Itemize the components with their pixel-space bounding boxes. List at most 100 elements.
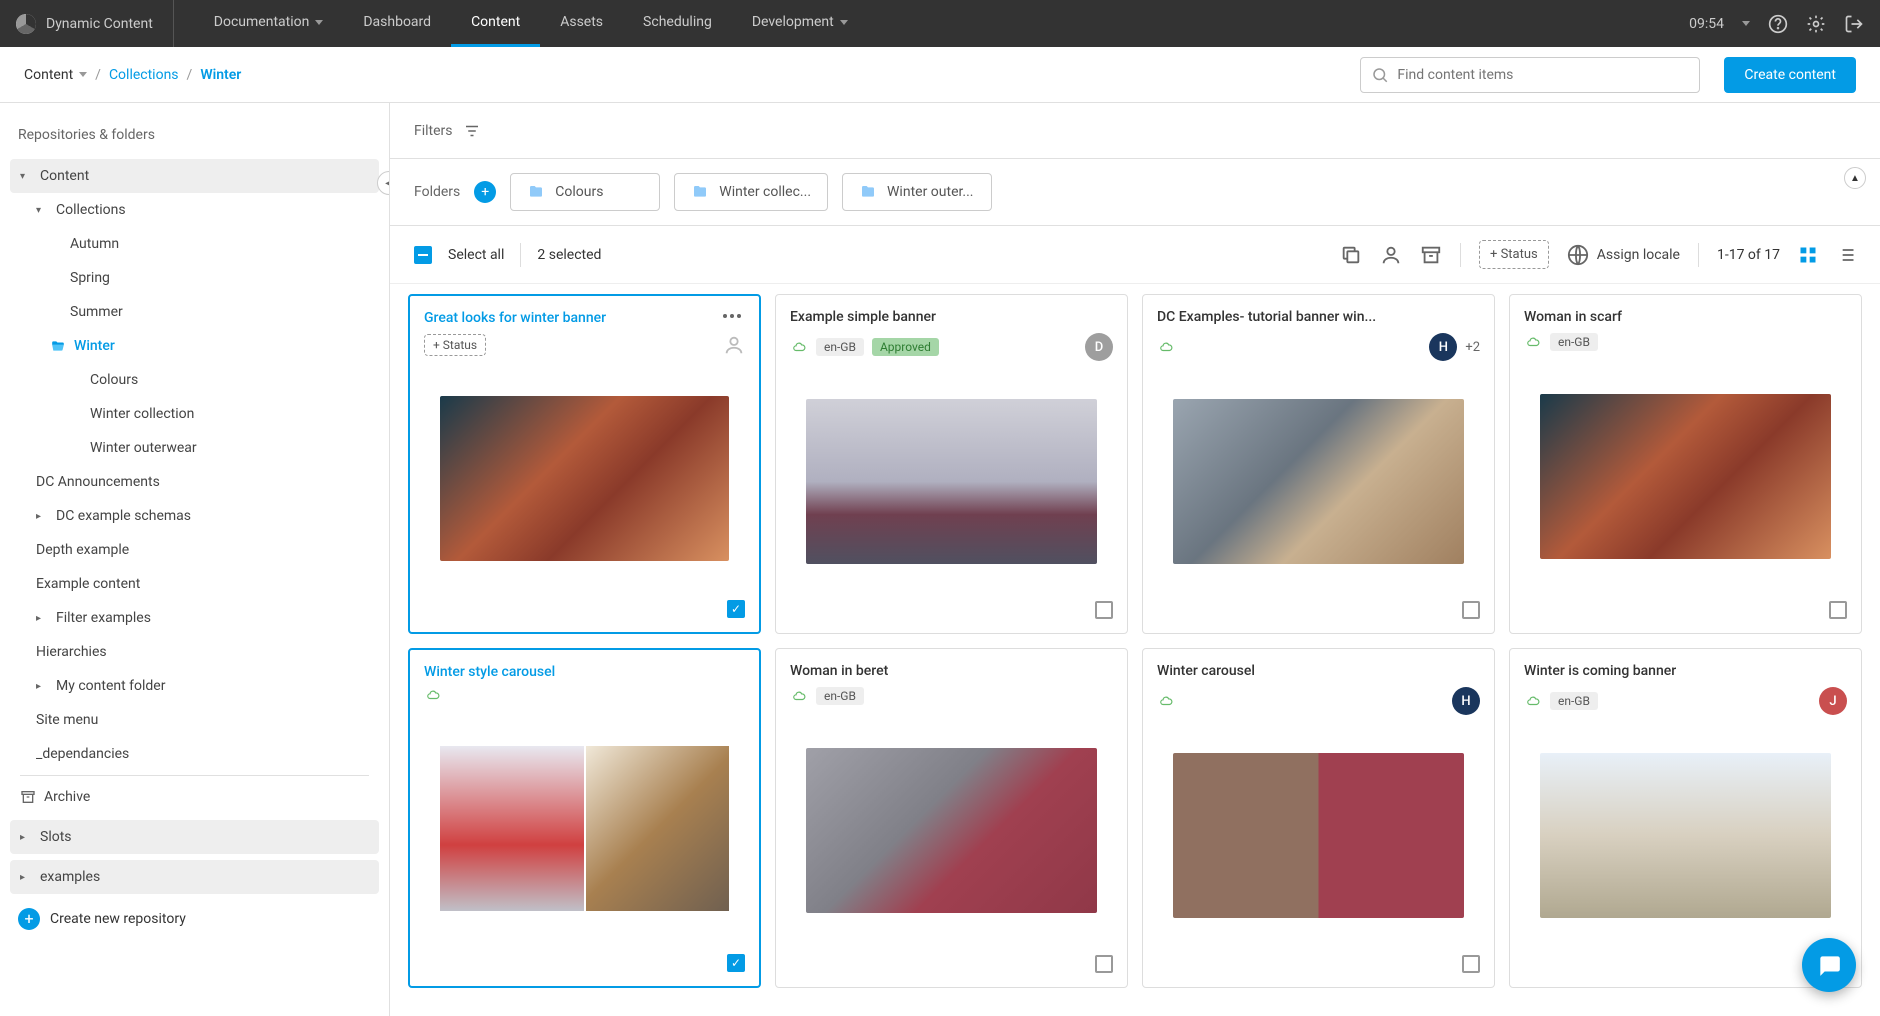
card-thumbnail — [1524, 371, 1847, 581]
folder-open-icon — [50, 339, 66, 353]
card-title: Winter carousel — [1157, 663, 1255, 679]
sidebar-item-winter-collection[interactable]: Winter collection — [10, 397, 379, 431]
folder-icon — [691, 184, 709, 200]
clock[interactable]: 09:54 — [1689, 16, 1724, 32]
sidebar-item-hierarchies[interactable]: Hierarchies — [10, 635, 379, 669]
content-card[interactable]: Winter is coming banner en-GB J — [1509, 648, 1862, 988]
cloud-icon — [1524, 335, 1542, 349]
sidebar-item-autumn[interactable]: Autumn — [10, 227, 379, 261]
nav-scheduling[interactable]: Scheduling — [623, 0, 732, 47]
sidebar-item-example-content[interactable]: Example content — [10, 567, 379, 601]
nav-development[interactable]: Development — [732, 0, 868, 47]
breadcrumb-sep: / — [187, 67, 193, 83]
avatar: H — [1429, 333, 1457, 361]
nav-dashboard[interactable]: Dashboard — [343, 0, 451, 47]
breadcrumb-current[interactable]: Winter — [200, 67, 241, 83]
breadcrumb-sep: / — [95, 67, 101, 83]
help-icon[interactable] — [1768, 14, 1788, 34]
copy-icon[interactable] — [1340, 244, 1362, 266]
gear-icon[interactable] — [1806, 14, 1826, 34]
assign-user-icon[interactable] — [723, 334, 745, 356]
select-all-label[interactable]: Select all — [448, 247, 504, 263]
logout-icon[interactable] — [1844, 14, 1864, 34]
sidebar-item-dc-example-schemas[interactable]: ▸DC example schemas — [10, 499, 379, 533]
sidebar-repo-content[interactable]: ▾ Content — [10, 159, 379, 193]
folder-icon — [527, 184, 545, 200]
card-checkbox[interactable] — [1462, 601, 1480, 619]
locale-tag: en-GB — [816, 338, 864, 356]
card-checkbox[interactable] — [1462, 955, 1480, 973]
sidebar-item-depth-example[interactable]: Depth example — [10, 533, 379, 567]
nav-documentation[interactable]: Documentation — [194, 0, 344, 47]
breadcrumb-root[interactable]: Content — [24, 67, 87, 83]
card-checkbox[interactable] — [727, 600, 745, 618]
list-view-icon[interactable] — [1836, 245, 1856, 265]
status-tag: Approved — [872, 338, 939, 356]
breadcrumb-collections[interactable]: Collections — [109, 67, 179, 83]
grid-view-icon[interactable] — [1798, 245, 1818, 265]
sidebar-item-winter[interactable]: Winter — [10, 329, 379, 363]
avatar: J — [1819, 687, 1847, 715]
content-card[interactable]: Winter carousel H — [1142, 648, 1495, 988]
sidebar-item-summer[interactable]: Summer — [10, 295, 379, 329]
content-card[interactable]: Great looks for winter banner + Status — [408, 294, 761, 634]
sidebar-item-spring[interactable]: Spring — [10, 261, 379, 295]
sidebar-item-dependancies[interactable]: _dependancies — [10, 737, 379, 771]
extra-count: +2 — [1465, 340, 1480, 355]
sidebar: Repositories & folders ▾ Content ▾ Colle… — [0, 103, 390, 1016]
add-status-button[interactable]: + Status — [1479, 240, 1549, 269]
folder-chip-outerwear[interactable]: Winter outer... — [842, 173, 992, 211]
create-new-repository[interactable]: + Create new repository — [10, 894, 379, 944]
sidebar-item-site-menu[interactable]: Site menu — [10, 703, 379, 737]
cloud-icon — [424, 688, 442, 702]
content-card[interactable]: Woman in beret en-GB — [775, 648, 1128, 988]
archive-icon[interactable] — [1420, 244, 1442, 266]
sidebar-item-collections[interactable]: ▾ Collections — [10, 193, 379, 227]
archive-icon — [20, 789, 36, 805]
collapse-sidebar-button[interactable]: ◀ — [377, 171, 390, 195]
folder-chip-colours[interactable]: Colours — [510, 173, 660, 211]
sidebar-item-colours[interactable]: Colours — [10, 363, 379, 397]
add-folder-button[interactable]: + — [474, 181, 496, 203]
avatar: D — [1085, 333, 1113, 361]
nav-assets[interactable]: Assets — [540, 0, 623, 47]
sidebar-repo-examples[interactable]: ▸examples — [10, 860, 379, 894]
card-checkbox[interactable] — [1829, 601, 1847, 619]
filter-row: Filters — [390, 103, 1880, 159]
filter-icon[interactable] — [463, 122, 481, 140]
card-thumbnail — [1157, 381, 1480, 581]
content-card[interactable]: Winter style carousel — [408, 648, 761, 988]
select-all-checkbox[interactable] — [414, 246, 432, 264]
brand[interactable]: Dynamic Content — [16, 0, 174, 47]
sidebar-item-winter-outerwear[interactable]: Winter outerwear — [10, 431, 379, 465]
sidebar-item-my-content-folder[interactable]: ▸My content folder — [10, 669, 379, 703]
nav-content[interactable]: Content — [451, 0, 540, 47]
assign-user-icon[interactable] — [1380, 244, 1402, 266]
content-card[interactable]: Woman in scarf en-GB — [1509, 294, 1862, 634]
folder-icon — [859, 184, 877, 200]
chat-fab[interactable] — [1802, 938, 1856, 992]
collapse-folders-button[interactable]: ▲ — [1844, 167, 1866, 189]
search-input[interactable] — [1397, 67, 1689, 83]
plus-icon: + — [18, 908, 40, 930]
more-menu-icon[interactable] — [719, 310, 745, 322]
card-title: Great looks for winter banner — [424, 310, 606, 326]
create-content-button[interactable]: Create content — [1724, 57, 1856, 93]
sidebar-item-dc-announcements[interactable]: DC Announcements — [10, 465, 379, 499]
content-card[interactable]: DC Examples- tutorial banner win... H +2 — [1142, 294, 1495, 634]
card-checkbox[interactable] — [1095, 601, 1113, 619]
card-checkbox[interactable] — [1095, 955, 1113, 973]
subbar: Content / Collections / Winter Create co… — [0, 47, 1880, 103]
folder-chip-collection[interactable]: Winter collec... — [674, 173, 828, 211]
card-add-status[interactable]: + Status — [424, 334, 486, 356]
content-card[interactable]: Example simple banner en-GB Approved D — [775, 294, 1128, 634]
chevron-down-icon — [1742, 21, 1750, 26]
search-box[interactable] — [1360, 57, 1700, 93]
sidebar-repo-slots[interactable]: ▸Slots — [10, 820, 379, 854]
folder-row: Folders + Colours Winter collec... Winte… — [390, 159, 1880, 226]
sidebar-item-archive[interactable]: Archive — [10, 780, 379, 814]
assign-locale-button[interactable]: Assign locale — [1567, 244, 1680, 266]
locale-tag: en-GB — [1550, 692, 1598, 710]
card-checkbox[interactable] — [727, 954, 745, 972]
sidebar-item-filter-examples[interactable]: ▸Filter examples — [10, 601, 379, 635]
